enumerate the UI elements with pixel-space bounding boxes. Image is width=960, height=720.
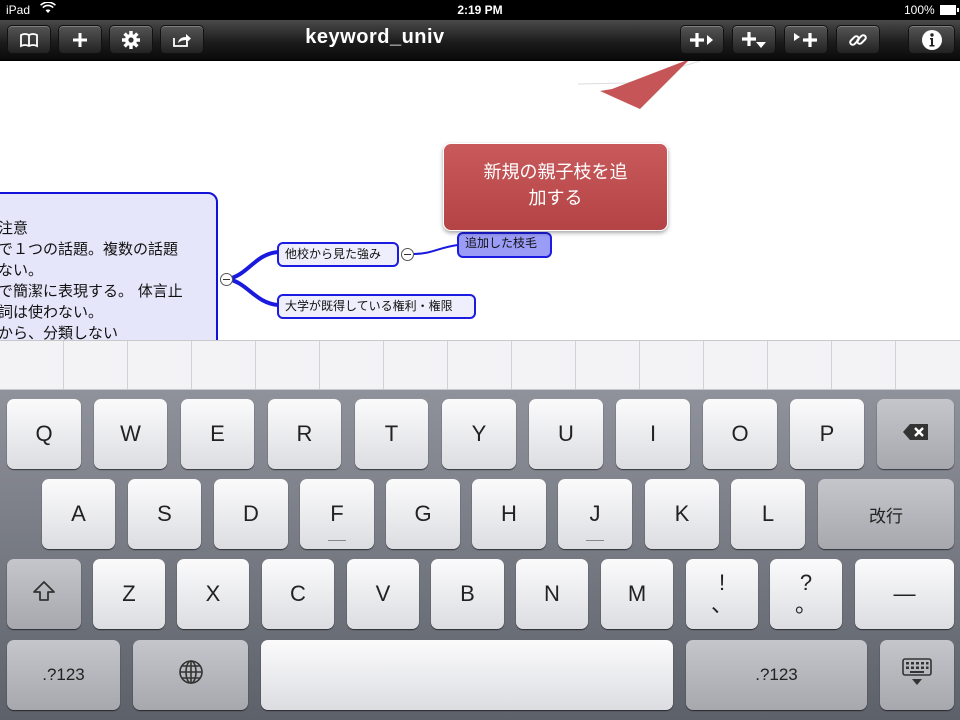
document-title: keyword_univ xyxy=(305,26,445,48)
key-g[interactable]: G xyxy=(386,479,460,549)
shift-key[interactable] xyxy=(7,559,81,629)
candidate-slot[interactable] xyxy=(384,341,448,389)
dismiss-keyboard-key[interactable] xyxy=(880,640,954,710)
candidate-slot[interactable] xyxy=(640,341,704,389)
keyboard-dismiss-icon xyxy=(902,658,932,692)
space-bar[interactable] xyxy=(261,640,673,710)
backspace-key[interactable] xyxy=(877,399,954,469)
key-l[interactable]: L xyxy=(731,479,805,549)
key-i[interactable]: I xyxy=(616,399,690,469)
battery-percent: 100% xyxy=(904,3,935,17)
info-button[interactable] xyxy=(908,25,955,54)
key-d[interactable]: D xyxy=(214,479,288,549)
candidate-slot[interactable] xyxy=(128,341,192,389)
candidate-slot[interactable] xyxy=(192,341,256,389)
key-f[interactable]: F xyxy=(300,479,374,549)
numbers-key-left[interactable]: .?123 xyxy=(7,640,120,710)
candidate-slot[interactable] xyxy=(0,341,64,389)
main-node-line: 詞は使わない。 xyxy=(0,303,104,321)
main-node-line: で簡潔に表現する。 体言止 xyxy=(0,282,183,300)
main-node-line: から、分類しない xyxy=(0,324,119,340)
status-bar: iPad 2:19 PM 100% xyxy=(0,0,960,20)
globe-icon xyxy=(178,659,204,691)
key-h[interactable]: H xyxy=(472,479,546,549)
home-row-marker xyxy=(586,540,604,541)
key-label-top: ! xyxy=(718,570,726,595)
key-dash[interactable]: — xyxy=(855,559,954,629)
main-node-line: 注意 xyxy=(0,219,29,237)
add-parent-icon xyxy=(792,32,820,48)
key-u[interactable]: U xyxy=(529,399,603,469)
tooltip-line: 新規の親子枝を追 xyxy=(483,162,628,183)
key-f-label: F xyxy=(330,501,344,526)
key-j-label: J xyxy=(589,501,601,526)
key-r[interactable]: R xyxy=(268,399,341,469)
key-b[interactable]: B xyxy=(431,559,504,629)
tooltip-line: 加する xyxy=(528,188,583,209)
key-a[interactable]: A xyxy=(42,479,115,549)
key-label-top: ? xyxy=(799,570,813,595)
key-label-bottom: 、 xyxy=(710,592,733,617)
key-exclaim-comma[interactable]: ! 、 xyxy=(686,559,758,629)
candidate-slot[interactable] xyxy=(320,341,384,389)
main-topic-node[interactable]: 注意 で１つの話題。複数の話題 ない。 で簡潔に表現する。 体言止 詞は使わない… xyxy=(0,192,218,340)
link-icon xyxy=(848,30,868,50)
key-q[interactable]: Q xyxy=(7,399,81,469)
branch-node-added[interactable]: 追加した枝毛 xyxy=(457,232,552,258)
tooltip-callout: 新規の親子枝を追 加する xyxy=(443,143,668,231)
add-sibling-icon xyxy=(741,31,767,49)
candidate-slot[interactable] xyxy=(512,341,576,389)
key-t[interactable]: T xyxy=(355,399,428,469)
key-o[interactable]: O xyxy=(703,399,777,469)
key-n[interactable]: N xyxy=(516,559,588,629)
mindmap-canvas[interactable]: 注意 で１つの話題。複数の話題 ない。 で簡潔に表現する。 体言止 詞は使わない… xyxy=(0,61,960,340)
key-z[interactable]: Z xyxy=(93,559,165,629)
info-icon xyxy=(921,29,943,51)
key-v[interactable]: V xyxy=(347,559,419,629)
key-p[interactable]: P xyxy=(790,399,864,469)
add-child-branch-button[interactable] xyxy=(680,25,724,54)
candidate-slot[interactable] xyxy=(448,341,512,389)
collapse-toggle[interactable] xyxy=(220,273,233,286)
toolbar: keyword_univ xyxy=(0,20,960,61)
branch-node-rights[interactable]: 大学が既得している権利・権限 xyxy=(277,294,476,319)
key-w[interactable]: W xyxy=(94,399,167,469)
key-question-period[interactable]: ? 。 xyxy=(770,559,842,629)
add-parent-branch-button[interactable] xyxy=(784,25,828,54)
backspace-icon xyxy=(902,421,930,447)
key-x[interactable]: X xyxy=(177,559,249,629)
candidate-slot[interactable] xyxy=(768,341,832,389)
onscreen-keyboard: Q W E R T Y U I O P A S D F G H J K L 改行… xyxy=(0,390,960,720)
numbers-key-right[interactable]: .?123 xyxy=(686,640,867,710)
return-key[interactable]: 改行 xyxy=(818,479,954,549)
main-node-line: で１つの話題。複数の話題 xyxy=(0,240,179,258)
link-button[interactable] xyxy=(836,25,880,54)
candidate-slot[interactable] xyxy=(64,341,128,389)
key-m[interactable]: M xyxy=(601,559,673,629)
key-j[interactable]: J xyxy=(558,479,632,549)
add-sibling-branch-button[interactable] xyxy=(732,25,776,54)
key-e[interactable]: E xyxy=(181,399,254,469)
key-label-bottom: 。 xyxy=(794,592,817,617)
main-node-line: ない。 xyxy=(0,261,44,279)
key-y[interactable]: Y xyxy=(442,399,516,469)
candidate-slot[interactable] xyxy=(896,341,959,389)
candidate-slot[interactable] xyxy=(576,341,640,389)
candidate-slot[interactable] xyxy=(832,341,896,389)
home-row-marker xyxy=(328,540,346,541)
branch-node-strengths[interactable]: 他校から見た強み xyxy=(277,242,399,267)
key-s[interactable]: S xyxy=(128,479,201,549)
candidate-slot[interactable] xyxy=(256,341,320,389)
conversion-candidate-bar xyxy=(0,340,960,390)
key-c[interactable]: C xyxy=(262,559,334,629)
shift-icon xyxy=(32,580,56,608)
status-time: 2:19 PM xyxy=(457,3,503,17)
collapse-toggle[interactable] xyxy=(401,248,414,261)
add-child-icon xyxy=(689,32,715,48)
candidate-slot[interactable] xyxy=(704,341,768,389)
key-k[interactable]: K xyxy=(645,479,719,549)
globe-key[interactable] xyxy=(133,640,248,710)
battery-icon xyxy=(940,5,959,15)
